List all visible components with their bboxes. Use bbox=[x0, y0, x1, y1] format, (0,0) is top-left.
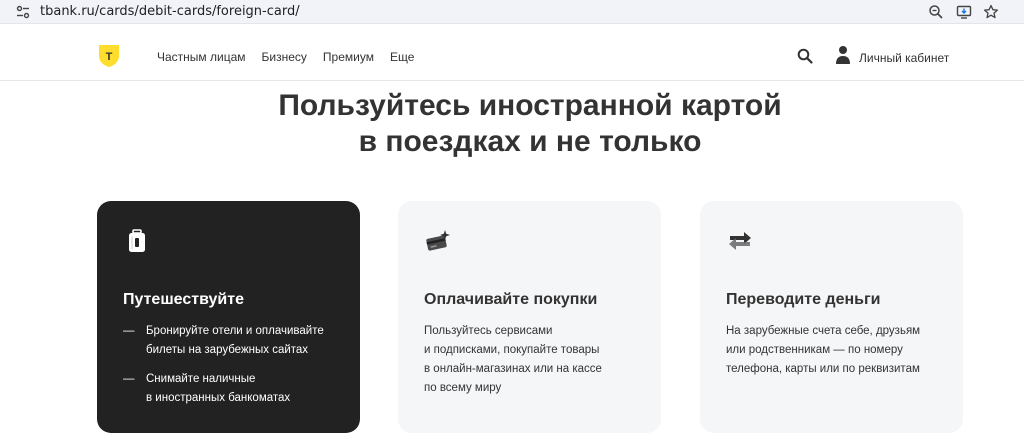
card-title: Переводите деньги bbox=[726, 291, 881, 308]
card-title: Путешествуйте bbox=[123, 291, 244, 308]
feature-card-transfers: Переводите деньги На зарубежные счета се… bbox=[700, 201, 963, 433]
install-app-icon[interactable] bbox=[955, 3, 973, 21]
card-description: Пользуйтесь сервисами и подписками, поку… bbox=[424, 325, 602, 394]
card-bullet-list: Бронируйте отели и оплачивайте билеты на… bbox=[123, 322, 343, 418]
site-info-icon[interactable] bbox=[14, 3, 32, 21]
nav-item-business[interactable]: Бизнесу bbox=[262, 50, 307, 64]
transfer-arrows-icon bbox=[726, 227, 754, 255]
page-title: Пользуйтесь иностранной картой в поездка… bbox=[0, 88, 1024, 160]
bookmark-star-icon[interactable] bbox=[982, 3, 1000, 21]
user-icon bbox=[835, 45, 851, 70]
feature-card-travel: Путешествуйте Бронируйте отели и оплачив… bbox=[97, 201, 360, 433]
account-button[interactable]: Личный кабинет bbox=[835, 45, 949, 70]
svg-text:T: T bbox=[106, 51, 113, 63]
page-title-line-1: Пользуйтесь иностранной картой bbox=[278, 89, 782, 122]
tbank-logo[interactable]: T bbox=[98, 44, 120, 68]
card-sparkle-icon bbox=[424, 227, 452, 255]
card-description: На зарубежные счета себе, друзьям или ро… bbox=[726, 325, 921, 375]
nav-item-premium[interactable]: Премиум bbox=[323, 50, 374, 64]
main-nav: Частным лицам Бизнесу Премиум Еще bbox=[157, 50, 430, 64]
luggage-icon bbox=[123, 227, 151, 255]
nav-item-more[interactable]: Еще bbox=[390, 50, 414, 64]
card-title: Оплачивайте покупки bbox=[424, 291, 598, 308]
browser-address-bar: tbank.ru/cards/debit-cards/foreign-card/ bbox=[0, 0, 1024, 24]
search-icon[interactable] bbox=[797, 48, 813, 64]
url-text[interactable]: tbank.ru/cards/debit-cards/foreign-card/ bbox=[40, 4, 300, 19]
feature-card-purchases: Оплачивайте покупки Пользуйтесь сервисам… bbox=[398, 201, 661, 433]
zoom-icon[interactable] bbox=[927, 3, 945, 21]
list-item: Снимайте наличные в иностранных банкомат… bbox=[123, 370, 343, 408]
account-label: Личный кабинет bbox=[859, 50, 950, 65]
page-title-line-2: в поездках и не только bbox=[358, 125, 702, 158]
nav-item-private[interactable]: Частным лицам bbox=[157, 50, 246, 64]
site-header: T Частным лицам Бизнесу Премиум Еще Личн… bbox=[0, 24, 1024, 81]
list-item: Бронируйте отели и оплачивайте билеты на… bbox=[123, 322, 343, 360]
